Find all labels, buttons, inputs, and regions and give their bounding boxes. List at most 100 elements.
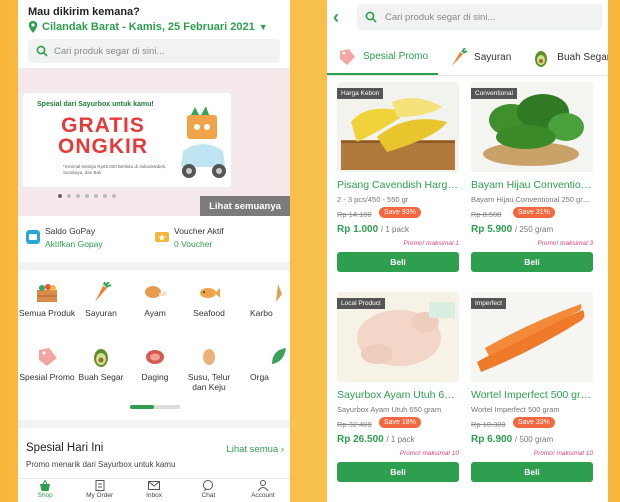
basket-icon [40,480,51,491]
category-karbo[interactable]: Karbo [250,282,290,318]
gopay-balance[interactable]: Saldo GoPay Aktifkan Gopay [26,222,155,256]
category-seafood[interactable]: Seafood [180,282,238,318]
nav-my-order[interactable]: My Order [72,479,126,502]
nav-chat[interactable]: Chat [181,479,235,502]
avocado-icon [535,50,548,67]
egg-icon [203,349,215,365]
save-badge: Save 93% [379,207,421,218]
person-icon [257,480,269,491]
location-pin-icon [28,21,38,33]
category-ayam[interactable]: Ayam [126,282,184,318]
category-label: Semua Produk [18,308,76,318]
search-placeholder: Cari produk segar di sini... [54,45,165,57]
product-card[interactable]: Conventional Bayam Hijau Conventional Ba… [471,82,593,282]
back-arrow-icon[interactable]: ‹ [333,7,349,28]
product-card[interactable]: Local Product Sayurbox Ayam Utuh 650 gra… [337,292,459,492]
bottom-navigation: Shop My Order Inbox Chat Account [18,478,290,502]
voucher-icon [155,232,169,242]
product-desc: Wortel Imperfect 500 gram [471,405,560,414]
product-price: Rp 1.000 / 1 pack [337,224,409,235]
nav-shop[interactable]: Shop [18,479,72,502]
gratis-ongkir-banner[interactable]: Spesial dari Sayurbox untuk kamu! GRATIS… [22,92,232,188]
home-header: Mau dikirim kemana? Cilandak Barat - Kam… [18,0,290,63]
product-price: Rp 26.500 / 1 pack [337,434,415,445]
category-label: Spesial Promo [19,372,75,382]
category-organik[interactable]: Orga [250,346,290,382]
leaf-icon [272,348,286,364]
search-placeholder: Cari produk segar di sini... [385,11,496,23]
see-all-link[interactable]: Lihat semua › [226,444,284,455]
product-name[interactable]: Wortel Imperfect 500 gram [471,389,593,401]
scooter-delivery-illustration [181,107,226,178]
price-tag-icon [39,348,57,366]
product-name[interactable]: Sayurbox Ayam Utuh 650 gram [337,389,459,401]
price-tag-icon [340,48,355,65]
spesial-hari-ini-section: Spesial Hari Ini Lihat semua › Promo men… [26,442,286,469]
old-price: Rp 14.100 [337,210,372,219]
category-semua-produk[interactable]: Semua Produk [18,282,76,318]
category-buah-segar[interactable]: Buah Segar [72,346,130,382]
banner-subtitle: Spesial dari Sayurbox untuk kamu! [37,101,154,108]
product-tag: Harga Kebon [337,88,384,99]
category-label: Buah Segar [78,372,124,382]
voucher-count: 0 Voucher [174,239,213,249]
promo-screen: ‹ Cari produk segar di sini... Spesial P… [327,0,608,502]
category-tabs: Spesial Promo Sayuran Buah Segar [327,40,608,76]
buy-button[interactable]: Beli [337,462,459,482]
carrot-icon [95,282,112,302]
product-name[interactable]: Pisang Cavendish Harga Kebon [337,179,459,191]
search-input[interactable]: Cari produk segar di sini... [28,39,280,63]
buy-button[interactable]: Beli [471,462,593,482]
promo-limit: Promo! maksimal 10 [399,450,459,457]
save-badge: Save 18% [379,417,421,428]
promo-header: ‹ Cari produk segar di sini... [327,0,608,34]
category-label: Seafood [193,308,225,318]
product-card[interactable]: Imperfect Wortel Imperfect 500 gram Wort… [471,292,593,492]
old-price: Rp 10.300 [471,420,506,429]
tab-spesial-promo[interactable]: Spesial Promo [327,40,439,75]
old-price: Rp 8.500 [471,210,502,219]
product-price: Rp 6.900 / 500 gram [471,434,554,445]
product-card[interactable]: Harga Kebon Pisang Cavendish Harga Kebon… [337,82,459,282]
product-tag: Conventional [471,88,517,99]
home-screen: Mau dikirim kemana? Cilandak Barat - Kam… [18,0,290,502]
buy-button[interactable]: Beli [337,252,459,272]
nav-inbox[interactable]: Inbox [127,479,181,502]
buy-button[interactable]: Beli [471,252,593,272]
bread-icon [276,284,282,302]
category-spesial-promo[interactable]: Spesial Promo [18,346,76,382]
category-label: Karbo [250,308,273,318]
nav-account[interactable]: Account [236,479,290,502]
carousel-dots [58,194,116,198]
category-label: Orga [250,372,269,382]
search-input[interactable]: Cari produk segar di sini... [357,4,602,30]
product-desc: Bayam Hijau Conventional 250 gram [471,195,593,204]
product-name[interactable]: Bayam Hijau Conventional [471,179,593,191]
category-sayuran[interactable]: Sayuran [72,282,130,318]
tab-sayuran[interactable]: Sayuran [438,40,521,75]
gopay-wallet-icon [26,230,40,244]
location-text: Cilandak Barat - Kamis, 25 Februari 2021 [42,21,255,33]
product-tag: Local Product [337,298,385,309]
category-susu-telur-keju[interactable]: Susu, Telur dan Keju [180,346,238,392]
section-description: Promo menarik dari Sayurbox untuk kamu [26,460,176,469]
category-label: Daging [141,372,169,382]
steak-icon [146,350,164,364]
see-all-banner-button[interactable]: Lihat semuanya [200,196,290,216]
promo-limit: Promo! maksimal 3 [537,240,593,247]
category-scroll-indicator [130,405,180,409]
category-daging[interactable]: Daging [126,346,184,382]
category-label: Sayuran [85,308,117,318]
product-desc: Sayurbox Ayam Utuh 650 gram [337,405,442,414]
wallet-row: Saldo GoPay Aktifkan Gopay Voucher Aktif… [26,222,284,256]
fish-icon [200,288,220,298]
search-icon [365,11,377,23]
location-selector[interactable]: Cilandak Barat - Kamis, 25 Februari 2021… [28,21,280,33]
product-price: Rp 5.900 / 250 gram [471,224,554,235]
chevron-down-icon: ▼ [258,22,268,32]
chat-icon [203,480,214,491]
active-voucher[interactable]: Voucher Aktif 0 Voucher [155,222,284,256]
promo-carousel[interactable]: Spesial dari Sayurbox untuk kamu! GRATIS… [18,68,290,216]
tab-buah-segar[interactable]: Buah Segar [521,40,608,75]
activate-gopay-link[interactable]: Aktifkan Gopay [45,239,103,249]
